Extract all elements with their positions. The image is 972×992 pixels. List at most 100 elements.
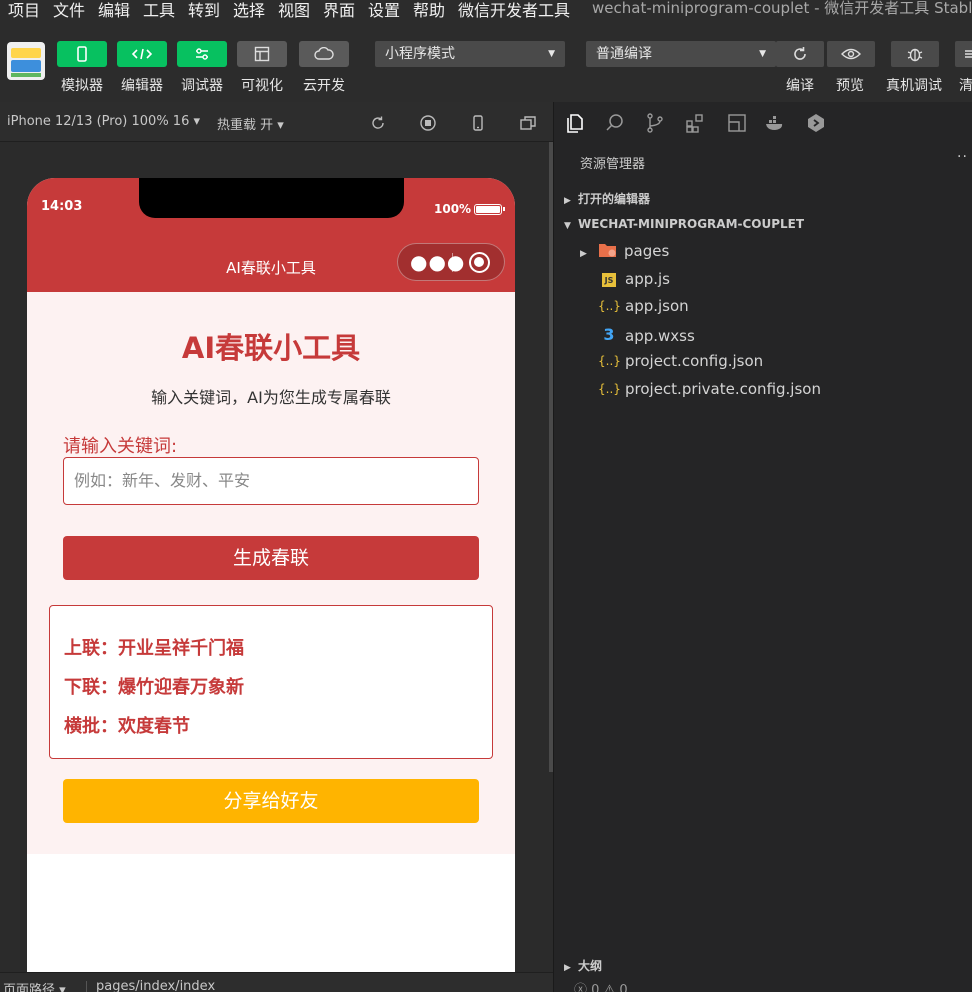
more-dots-icon[interactable]: ●●● [410,252,465,272]
compile-label: 编译 [786,78,814,94]
layers-icon [965,50,972,58]
capsule-menu: ●●● [397,243,505,281]
device-select[interactable]: iPhone 12/13 (Pro) 100% 16 ▾ [7,114,200,129]
result-card: 上联：开业呈祥千门福 下联：爆竹迎春万象新 横批：欢度春节 [49,605,493,759]
preview-label: 预览 [836,78,864,94]
editor-toggle-button[interactable] [117,41,167,67]
problems-indicator[interactable]: ⓧ 0 ⚠ 0 [574,979,628,992]
rotate-icon[interactable] [369,114,387,132]
tree-item-project-config[interactable]: {..} project.config.json [598,352,763,374]
menu-item-devtools[interactable]: 微信开发者工具 [458,0,570,18]
debugger-toggle-button[interactable] [177,41,227,67]
simulator-toggle-button[interactable] [57,41,107,67]
menu-item-select[interactable]: 选择 [233,0,265,18]
js-icon: JS [602,273,616,287]
code-icon [131,48,153,60]
tree-item-app-js[interactable]: JS app.js [598,270,670,292]
menu-item-project[interactable]: 项目 [8,0,40,18]
tree-item-project-private-config[interactable]: {..} project.private.config.json [598,380,821,402]
simulator-toolbar: iPhone 12/13 (Pro) 100% 16 ▾ 热重载 开 ▾ [0,102,553,142]
page-content: AI春联小工具 输入关键词，AI为您生成专属春联 请输入关键词: 例如：新年、发… [27,292,515,854]
cloud-dev-button[interactable] [299,41,349,67]
chevron-down-icon: ▼ [759,49,766,59]
menu-item-file[interactable]: 文件 [53,0,85,18]
folder-icon [599,244,616,257]
simulator-status-bar: 页面路径 ▾ pages/index/index [0,972,553,992]
menu-item-settings[interactable]: 设置 [368,0,400,18]
couplet-horizontal: 横批：欢度春节 [64,716,190,737]
open-editors-section[interactable]: ▶ 打开的编辑器 [564,190,650,207]
tree-item-app-json[interactable]: {..} app.json [598,297,689,319]
chevron-right-icon: ▶ [564,196,571,206]
app-logo[interactable] [7,42,45,80]
visual-label: 可视化 [241,78,283,94]
menu-item-goto[interactable]: 转到 [188,0,220,18]
generate-button[interactable]: 生成春联 [63,536,479,580]
menu-item-help[interactable]: 帮助 [413,0,445,18]
detach-window-icon[interactable] [519,114,537,132]
page-path: pages/index/index [96,979,216,992]
preview-button[interactable] [827,41,875,67]
debugger-label: 调试器 [181,78,223,94]
menu-item-tools[interactable]: 工具 [143,0,175,18]
chevron-down-icon: ▼ [548,49,555,59]
stop-icon[interactable] [419,114,437,132]
menu-item-edit[interactable]: 编辑 [98,0,130,18]
battery-percent: 100% [434,202,472,216]
explorer-panel: 资源管理器 ·· ▶ 打开的编辑器 ▼ WECHAT-MINIPROGRAM-COU… [553,102,972,992]
docker-icon[interactable] [764,112,786,134]
more-actions-icon[interactable]: ·· [957,149,968,165]
hot-reload-toggle[interactable]: 热重载 开 ▾ [217,114,284,133]
share-button[interactable]: 分享给好友 [63,779,479,823]
compile-select[interactable]: 普通编译 ▼ [586,41,776,67]
tree-item-pages[interactable]: ▶ pages [580,242,669,264]
tree-item-app-wxss[interactable]: 3 app.wxss [598,325,694,347]
eye-icon [841,48,861,60]
compile-select-value: 普通编译 [596,46,652,62]
device-icon[interactable] [469,114,487,132]
json-icon: {..} [598,299,621,313]
explorer-title: 资源管理器 [580,157,646,172]
editor-label: 编辑器 [121,78,163,94]
chevron-right-icon: ▶ [580,249,587,259]
toolbar: 模拟器 编辑器 调试器 可视化 云开发 小程序模式 ▼ 普通编译 ▼ 编译 预览… [0,18,972,102]
phone-notch [139,178,404,218]
warning-icon: ⚠ [603,983,616,992]
storage-icon[interactable] [726,112,748,134]
mode-select[interactable]: 小程序模式 ▼ [375,41,565,67]
real-device-debug-button[interactable] [891,41,939,67]
files-icon[interactable] [564,112,586,134]
project-section[interactable]: ▼ WECHAT-MINIPROGRAM-COUPLET [564,217,804,231]
layout-icon [254,46,270,62]
battery-icon [474,204,505,215]
real-debug-label: 真机调试 [886,78,942,94]
menu-item-view[interactable]: 视图 [278,0,310,18]
page-title: AI春联小工具 [181,331,361,365]
keyword-label: 请输入关键词: [63,436,178,457]
page-path-label[interactable]: 页面路径 ▾ [3,979,66,992]
chevron-right-icon: ▶ [564,963,571,973]
extensions-icon[interactable] [684,112,706,134]
couplet-upper: 上联：开业呈祥千门福 [64,638,244,659]
outline-section[interactable]: ▶ 大纲 [564,957,602,974]
menu-item-interface[interactable]: 界面 [323,0,355,18]
visual-toggle-button[interactable] [237,41,287,67]
source-control-icon[interactable] [644,112,666,134]
phone-icon [77,46,87,62]
window-title: wechat-miniprogram-couplet - 微信开发者工具 Sta… [592,0,972,17]
sliders-icon [196,48,208,60]
cloud-label: 云开发 [303,78,345,94]
plugin-icon[interactable] [805,112,827,134]
css-icon: 3 [603,325,615,344]
bug-icon [907,48,923,62]
menu-bar: 项目 文件 编辑 工具 转到 选择 视图 界面 设置 帮助 微信开发者工具 we… [0,0,972,18]
phone-screen: 14:03 100% AI春联小工具 ●●● AI春联小工具 输入关键词，AI为… [27,178,515,978]
search-icon[interactable] [604,112,626,134]
mode-select-value: 小程序模式 [385,46,455,62]
close-capsule-icon[interactable] [469,252,490,273]
clear-cache-button[interactable] [955,41,972,67]
keyword-input[interactable]: 例如：新年、发财、平安 [63,457,479,505]
compile-button[interactable] [776,41,824,67]
error-icon: ⓧ [574,983,588,992]
page-subtitle: 输入关键词，AI为您生成专属春联 [151,388,391,407]
